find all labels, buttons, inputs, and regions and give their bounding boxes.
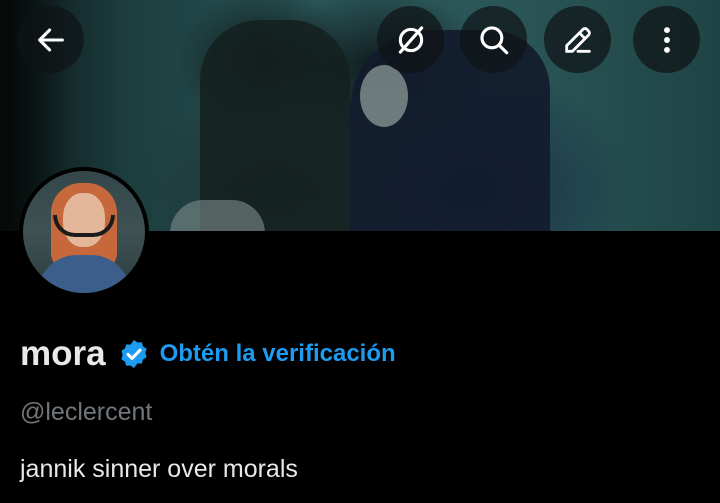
profile-bio: jannik sinner over morals [20,455,298,483]
search-button[interactable] [460,6,527,73]
more-options-button[interactable] [633,6,700,73]
profile-name: mora [20,334,106,373]
search-icon [479,25,508,54]
profile-handle: @leclercent [20,398,153,426]
arrow-left-icon [37,28,64,51]
banner-face [360,65,408,127]
get-verified-link[interactable]: Obtén la verificación [160,340,396,368]
edit-button[interactable] [544,6,611,73]
profile-name-row: mora Obtén la verificación [20,333,396,375]
verified-badge-icon[interactable] [118,338,150,370]
avatar-image [23,171,145,293]
pencil-icon [564,26,591,53]
grok-icon [398,25,423,54]
grok-button[interactable] [377,6,444,73]
more-vertical-icon [663,26,670,53]
banner-figure-right [350,30,550,231]
back-button[interactable] [17,6,84,73]
avatar[interactable] [19,167,149,297]
avatar-shirt [37,255,131,293]
